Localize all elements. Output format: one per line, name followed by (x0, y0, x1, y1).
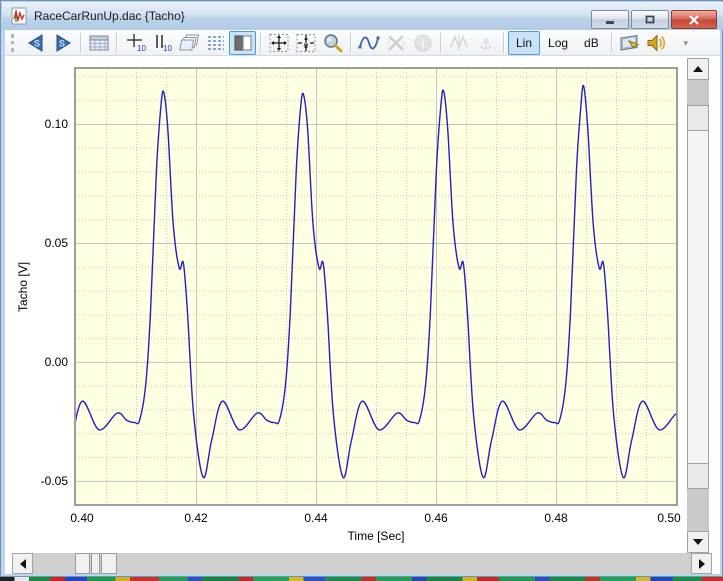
scroll-left-button[interactable] (12, 553, 33, 574)
autoscale-button[interactable]: A (292, 31, 319, 55)
send-to-display-button[interactable] (616, 31, 643, 55)
waveform-document-icon (11, 7, 29, 25)
plot-canvas[interactable] (76, 69, 676, 504)
db-scale-button[interactable]: dB (576, 31, 607, 55)
svg-text:S: S (33, 38, 39, 48)
minimize-button[interactable] (591, 10, 629, 29)
y-axis-title: Tacho [V] (13, 69, 33, 504)
prev-screen-button[interactable]: S (22, 31, 49, 55)
svg-text:10: 10 (163, 44, 172, 53)
restore-button[interactable] (631, 10, 669, 29)
up-arrow-icon (693, 66, 703, 72)
horizontal-thumb-right-handle[interactable] (101, 553, 117, 574)
toolbar-separator (503, 33, 504, 53)
lin-scale-button[interactable]: Lin (508, 31, 540, 55)
minimize-icon (604, 15, 616, 25)
left-arrow-icon (20, 559, 26, 569)
down-arrow-icon (693, 539, 703, 545)
scroll-down-button[interactable] (687, 531, 709, 553)
edit-curve-button[interactable] (355, 31, 382, 55)
toolbar-separator (80, 33, 81, 53)
x-tick-label: 0.42 (174, 510, 218, 526)
thumb-top-handle[interactable] (688, 106, 708, 131)
x-axis-title: Time [Sec] (76, 529, 676, 543)
toolbar-grip[interactable] (11, 34, 17, 52)
vertical-track-upper[interactable] (687, 80, 709, 105)
overlay-layers-button[interactable] (175, 31, 202, 55)
audio-replay-button[interactable] (643, 31, 670, 55)
toolbar-separator (440, 33, 441, 53)
x-tick-label: 0.40 (60, 510, 104, 526)
expand-scale-button[interactable] (265, 31, 292, 55)
cursor-band-button[interactable]: 10 (148, 31, 175, 55)
svg-text:10: 10 (137, 44, 146, 53)
anchor-button[interactable]: ⚓ (472, 31, 499, 55)
toolbar-separator (116, 33, 117, 53)
restore-icon (644, 14, 656, 25)
right-arrow-icon (699, 559, 705, 569)
scroll-up-button[interactable] (687, 58, 709, 80)
toolbar: S S 10 10 Ai ⚓ LinLogdB ▾ (5, 30, 720, 56)
grid-view-button[interactable] (85, 31, 112, 55)
svg-text:A: A (303, 41, 308, 48)
solid-display-button[interactable] (229, 31, 256, 55)
x-tick-label: 0.48 (534, 510, 578, 526)
vertical-track-lower[interactable] (687, 489, 709, 531)
info-button[interactable]: i (409, 31, 436, 55)
cursor-crosshair-button[interactable]: 10 (121, 31, 148, 55)
zoom-button[interactable] (319, 31, 346, 55)
next-screen-button[interactable]: S (49, 31, 76, 55)
title-bar[interactable]: RaceCarRunUp.dac {Tacho} (2, 2, 723, 30)
x-tick-label: 0.44 (294, 510, 338, 526)
log-scale-button[interactable]: Log (540, 31, 576, 55)
svg-text:i: i (421, 38, 424, 50)
toolbar-separator (611, 33, 612, 53)
horizontal-thumb-grip[interactable] (91, 553, 100, 574)
app-window: RaceCarRunUp.dac {Tacho} S S 10 10 Ai ⚓ LinLog… (0, 0, 723, 577)
screen: RaceCarRunUp.dac {Tacho} S S 10 10 Ai ⚓ LinLog… (0, 0, 723, 581)
x-tick-label: 0.50 (647, 510, 691, 526)
vertical-scroll-thumb[interactable] (687, 105, 709, 489)
thumb-bottom-handle[interactable] (688, 463, 708, 488)
horizontal-thumb-left-handle[interactable] (75, 553, 90, 574)
toolbar-separator (260, 33, 261, 53)
close-button[interactable] (671, 10, 717, 29)
close-icon (688, 15, 700, 25)
toolbar-separator (350, 33, 351, 53)
horizontal-scrollbar[interactable] (12, 553, 712, 574)
toolbar-overflow-icon[interactable]: ▾ (680, 39, 692, 47)
plot-client-area: 0.100.050.00-0.05 0.400.420.440.460.480.… (5, 56, 720, 574)
tolerance-overlay-button[interactable] (445, 31, 472, 55)
delete-curve-button[interactable] (382, 31, 409, 55)
dashed-display-button[interactable] (202, 31, 229, 55)
x-tick-label: 0.46 (414, 510, 458, 526)
scroll-right-button[interactable] (691, 553, 712, 574)
svg-text:S: S (58, 38, 64, 48)
window-title: RaceCarRunUp.dac {Tacho} (34, 9, 185, 23)
vertical-scrollbar[interactable] (687, 58, 709, 553)
svg-text:⚓: ⚓ (479, 35, 492, 53)
